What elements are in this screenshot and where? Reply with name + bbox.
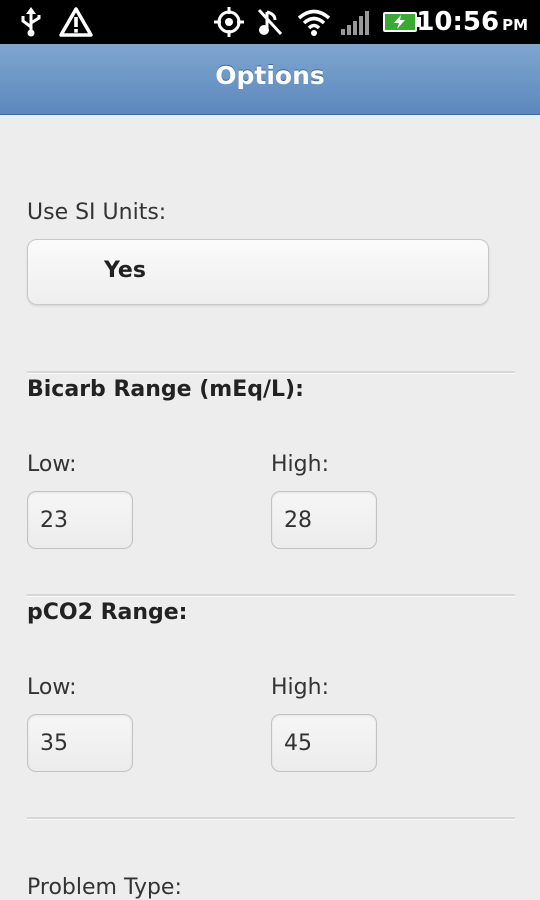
wifi-icon bbox=[296, 6, 332, 38]
bicarb-high-input[interactable] bbox=[271, 491, 377, 549]
title-bar: Options bbox=[0, 44, 540, 115]
pco2-high-label: High: bbox=[271, 675, 329, 700]
divider bbox=[27, 371, 515, 374]
status-time: 10:56 PM bbox=[416, 7, 528, 37]
bicarb-low-label: Low: bbox=[27, 452, 77, 477]
page-title: Options bbox=[215, 61, 325, 90]
si-units-selector[interactable]: Yes bbox=[27, 239, 489, 305]
options-form: Use SI Units: Yes Bicarb Range (mEq/L): … bbox=[0, 115, 540, 900]
usb-icon bbox=[16, 6, 46, 38]
warning-icon bbox=[58, 6, 94, 38]
divider bbox=[27, 817, 515, 820]
problem-type-label: Problem Type: bbox=[27, 875, 182, 900]
status-bar: 10:56 PM bbox=[0, 0, 540, 44]
pco2-high-input[interactable] bbox=[271, 714, 377, 772]
signal-icon bbox=[340, 6, 374, 38]
pco2-low-input[interactable] bbox=[27, 714, 133, 772]
no-sound-icon bbox=[255, 6, 285, 38]
bicarb-low-input[interactable] bbox=[27, 491, 133, 549]
divider bbox=[27, 594, 515, 597]
bicarb-range-title: Bicarb Range (mEq/L): bbox=[27, 377, 304, 402]
pco2-low-label: Low: bbox=[27, 675, 77, 700]
gps-icon bbox=[212, 6, 246, 38]
bicarb-high-label: High: bbox=[271, 452, 329, 477]
si-units-label: Use SI Units: bbox=[27, 200, 167, 225]
si-units-value: Yes bbox=[104, 258, 146, 283]
pco2-range-title: pCO2 Range: bbox=[27, 600, 188, 625]
